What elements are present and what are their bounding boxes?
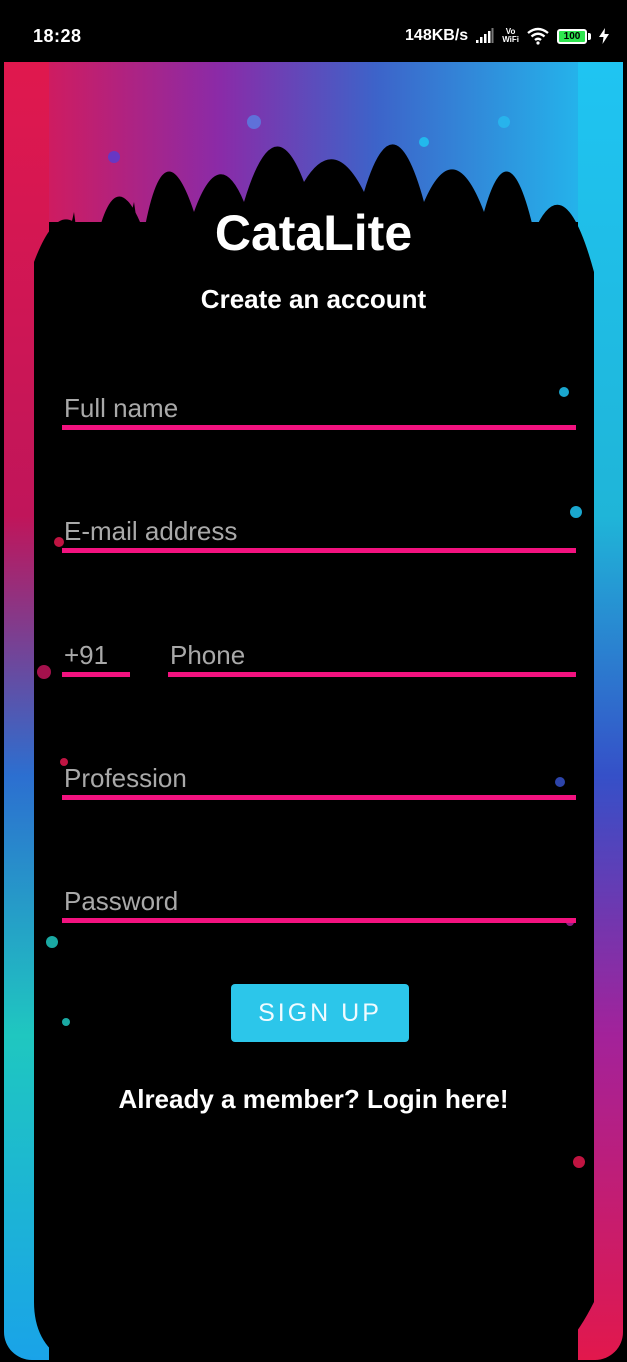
charging-bolt-icon [599, 28, 609, 44]
battery-level: 100 [557, 28, 587, 44]
login-link[interactable]: Already a member? Login here! [4, 1084, 623, 1115]
app-title: CataLite [214, 205, 413, 261]
status-time: 18:28 [33, 26, 82, 46]
phone-underline [168, 672, 576, 677]
signup-screen: CataLite Create an account Full name E-m… [4, 62, 623, 1360]
status-icons: 148KB/s Vo WiFi 100 [405, 22, 609, 50]
vowifi-icon: Vo WiFi [502, 28, 519, 44]
app-container: CataLite Create an account Full name E-m… [4, 62, 623, 1360]
signal-bars-icon [476, 28, 494, 44]
sign-up-button[interactable]: SIGN UP [231, 984, 409, 1042]
full-name-field [62, 380, 580, 430]
profession-field [62, 750, 580, 800]
page-subtitle: Create an account [200, 284, 427, 314]
email-field [62, 503, 580, 553]
password-input[interactable] [62, 886, 580, 917]
password-field [62, 873, 580, 923]
profession-underline [62, 795, 576, 800]
phone-input[interactable] [168, 640, 580, 671]
wifi-icon [527, 27, 549, 45]
screen: 18:28 148KB/s Vo WiFi 100 CataLite Creat… [0, 0, 627, 1362]
country-code-underline [62, 672, 130, 677]
password-underline [62, 918, 576, 923]
country-code-input[interactable] [62, 640, 134, 671]
full-name-input[interactable] [62, 393, 580, 424]
full-name-underline [62, 425, 576, 430]
status-bar: 18:28 148KB/s Vo WiFi 100 [0, 0, 627, 62]
battery-tip [588, 32, 591, 40]
network-speed: 148KB/s [405, 27, 469, 44]
vowifi-bottom: WiFi [502, 35, 519, 44]
country-code-field [62, 627, 134, 677]
email-underline [62, 548, 576, 553]
email-input[interactable] [62, 516, 580, 547]
phone-field [168, 627, 580, 677]
battery-icon: 100 [557, 28, 591, 44]
profession-input[interactable] [62, 763, 580, 794]
